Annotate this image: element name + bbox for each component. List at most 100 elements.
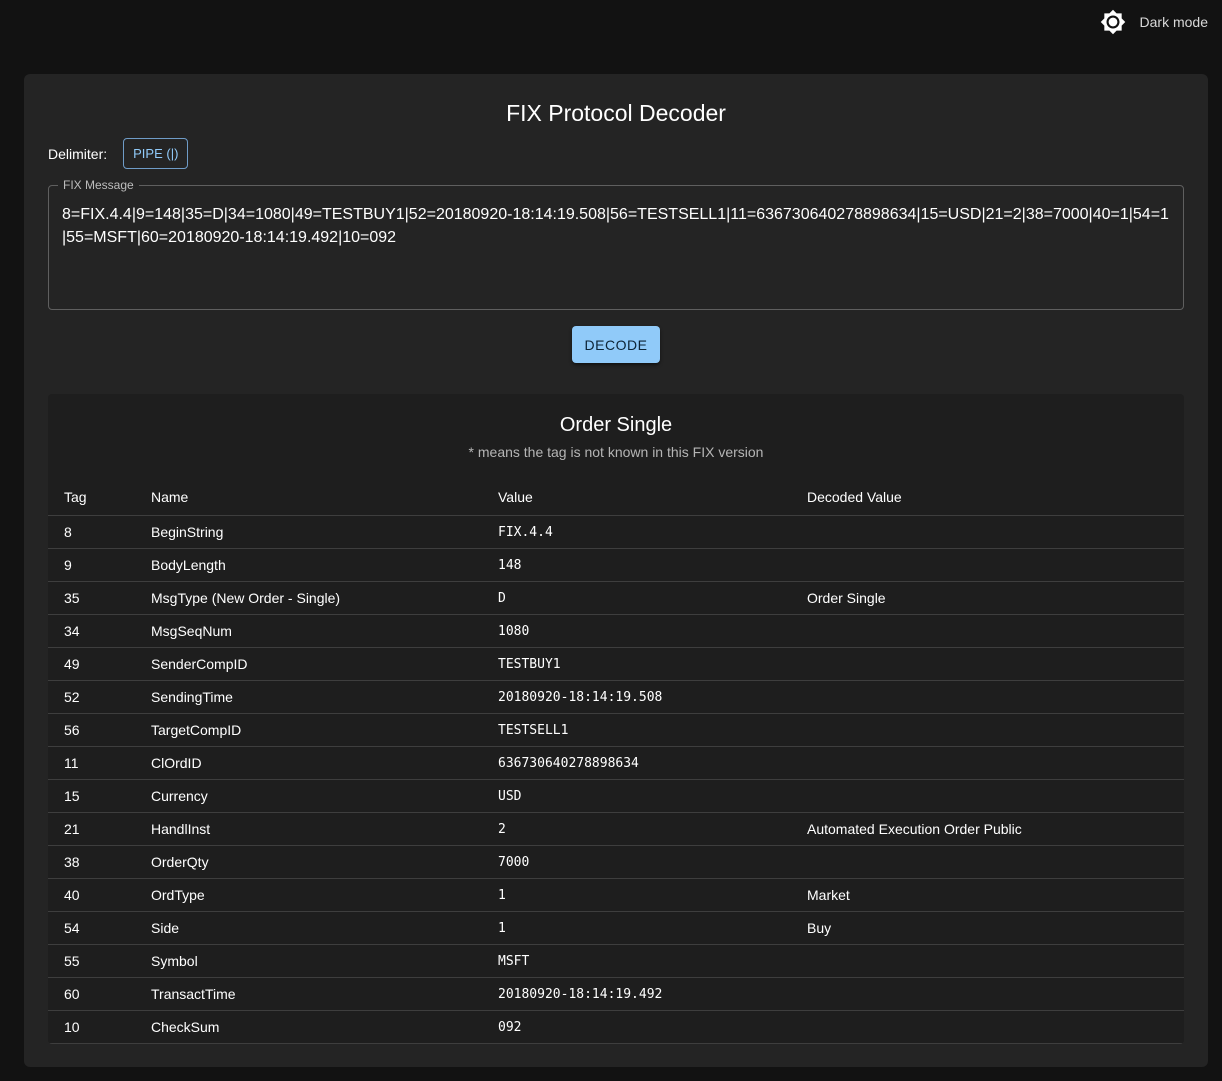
tag-cell: 60	[48, 977, 151, 1011]
result-title: Order Single	[559, 414, 673, 436]
top-bar: Dark mode	[0, 0, 1222, 44]
decoded-value-cell	[807, 680, 1184, 714]
page-title: FIX Protocol Decoder	[506, 100, 726, 126]
tag-cell: 8	[48, 515, 151, 549]
decoded-value-cell	[807, 845, 1184, 879]
decoded-value-cell	[807, 746, 1184, 780]
value-cell: 20180920-18:14:19.508	[498, 680, 807, 714]
decoded-value-cell	[807, 647, 1184, 681]
column-header-value: Value	[498, 479, 807, 516]
column-header-name: Name	[151, 479, 498, 516]
decoded-value-cell: Buy	[807, 911, 1184, 945]
tag-cell: 11	[48, 746, 151, 780]
decoded-value-cell	[807, 515, 1184, 549]
table-row: 8 BeginString FIX.4.4	[48, 515, 1184, 549]
name-cell: ClOrdID	[151, 746, 498, 780]
table-row: 56 TargetCompID TESTSELL1	[48, 713, 1184, 747]
name-cell: HandlInst	[151, 812, 498, 846]
table-row: 21 HandlInst 2 Automated Execution Order Pu…	[48, 812, 1184, 846]
delimiter-pipe-button[interactable]: PIPE (|)	[123, 138, 189, 169]
decoded-value-cell: Automated Execution Order Public	[807, 812, 1184, 846]
name-cell: BeginString	[151, 515, 498, 549]
table-row: 55 Symbol MSFT	[48, 944, 1184, 978]
tag-cell: 55	[48, 944, 151, 978]
column-header-decoded-value: Decoded Value	[807, 479, 1184, 516]
value-cell: 636730640278898634	[498, 746, 807, 780]
fix-message-field[interactable]: FIX Message 8=FIX.4.4|9=148|35=D|34=1080…	[48, 178, 1184, 310]
decoded-value-cell	[807, 713, 1184, 747]
value-cell: 1080	[498, 614, 807, 648]
tag-cell: 21	[48, 812, 151, 846]
table-row: 10 CheckSum 092	[48, 1010, 1184, 1044]
result-note: * means the tag is not known in this FIX…	[468, 444, 764, 460]
tag-cell: 35	[48, 581, 151, 615]
name-cell: BodyLength	[151, 548, 498, 582]
decoded-value-cell	[807, 779, 1184, 813]
decoded-value-cell	[807, 614, 1184, 648]
name-cell: MsgType (New Order - Single)	[151, 581, 498, 615]
dark-mode-toggle[interactable]: Dark mode	[1100, 9, 1208, 35]
tag-cell: 10	[48, 1010, 151, 1044]
table-row: 40 OrdType 1 Market	[48, 878, 1184, 912]
column-header-tag: Tag	[48, 479, 151, 516]
tag-cell: 40	[48, 878, 151, 912]
table-row: 38 OrderQty 7000	[48, 845, 1184, 879]
tag-cell: 9	[48, 548, 151, 582]
decoded-value-cell	[807, 548, 1184, 582]
decoded-value-cell: Market	[807, 878, 1184, 912]
value-cell: D	[498, 581, 807, 615]
table-row: 15 Currency USD	[48, 779, 1184, 813]
name-cell: SenderCompID	[151, 647, 498, 681]
name-cell: Side	[151, 911, 498, 945]
tag-cell: 38	[48, 845, 151, 879]
name-cell: OrderQty	[151, 845, 498, 879]
value-cell: 20180920-18:14:19.492	[498, 977, 807, 1011]
table-row: 52 SendingTime 20180920-18:14:19.508	[48, 680, 1184, 714]
name-cell: SendingTime	[151, 680, 498, 714]
name-cell: OrdType	[151, 878, 498, 912]
value-cell: 148	[498, 548, 807, 582]
fix-message-input[interactable]: 8=FIX.4.4|9=148|35=D|34=1080|49=TESTBUY1…	[62, 203, 1170, 249]
name-cell: CheckSum	[151, 1010, 498, 1044]
value-cell: 1	[498, 911, 807, 945]
delimiter-row: Delimiter: PIPE (|)	[48, 138, 189, 169]
decoded-table: Tag Name Value Decoded Value 8 BeginStrin…	[48, 479, 1184, 1044]
decoded-value-cell	[807, 944, 1184, 978]
table-row: 60 TransactTime 20180920-18:14:19.492	[48, 977, 1184, 1011]
tag-cell: 15	[48, 779, 151, 813]
table-header-row: Tag Name Value Decoded Value	[48, 479, 1184, 516]
tag-cell: 52	[48, 680, 151, 714]
value-cell: 2	[498, 812, 807, 846]
decode-button[interactable]: DECODE	[572, 326, 660, 363]
tag-cell: 34	[48, 614, 151, 648]
table-row: 54 Side 1 Buy	[48, 911, 1184, 945]
name-cell: MsgSeqNum	[151, 614, 498, 648]
decoder-panel: FIX Protocol Decoder Delimiter: PIPE (|)…	[24, 74, 1208, 1067]
value-cell: 1	[498, 878, 807, 912]
name-cell: Currency	[151, 779, 498, 813]
delimiter-label: Delimiter:	[48, 145, 108, 162]
tag-cell: 56	[48, 713, 151, 747]
name-cell: Symbol	[151, 944, 498, 978]
decoded-value-cell	[807, 1010, 1184, 1044]
decoded-value-cell	[807, 977, 1184, 1011]
tag-cell: 54	[48, 911, 151, 945]
name-cell: TransactTime	[151, 977, 498, 1011]
table-row: 35 MsgType (New Order - Single) D Order Sin…	[48, 581, 1184, 615]
dark-mode-label: Dark mode	[1139, 14, 1208, 30]
tag-cell: 49	[48, 647, 151, 681]
value-cell: FIX.4.4	[498, 515, 807, 549]
fix-message-label: FIX Message	[58, 178, 139, 192]
name-cell: TargetCompID	[151, 713, 498, 747]
table-row: 11 ClOrdID 636730640278898634	[48, 746, 1184, 780]
value-cell: TESTSELL1	[498, 713, 807, 747]
value-cell: USD	[498, 779, 807, 813]
table-row: 34 MsgSeqNum 1080	[48, 614, 1184, 648]
brightness-icon	[1100, 9, 1125, 35]
table-row: 9 BodyLength 148	[48, 548, 1184, 582]
table-row: 49 SenderCompID TESTBUY1	[48, 647, 1184, 681]
decoded-value-cell: Order Single	[807, 581, 1184, 615]
value-cell: MSFT	[498, 944, 807, 978]
decoded-result-panel: Order Single * means the tag is not know…	[48, 394, 1184, 1044]
value-cell: 092	[498, 1010, 807, 1044]
